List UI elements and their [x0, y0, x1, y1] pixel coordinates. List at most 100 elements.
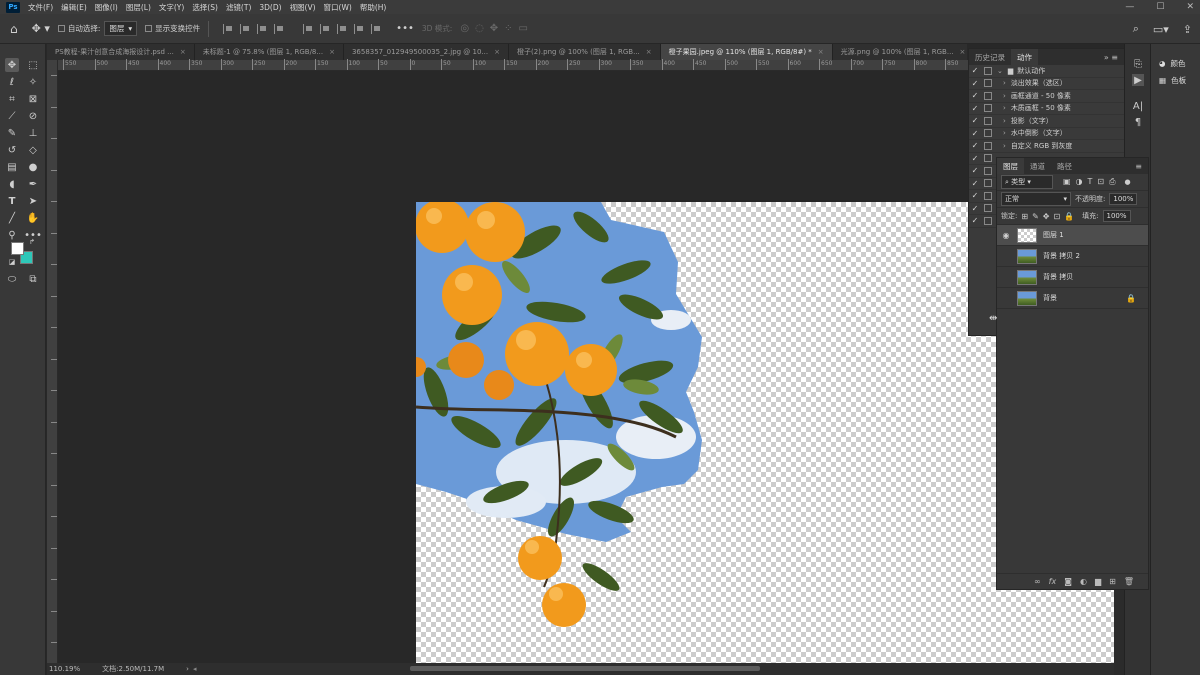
- horizontal-scrollbar[interactable]: [410, 666, 760, 671]
- actions-panel-icon[interactable]: ▶: [1132, 74, 1144, 86]
- close-tab-icon[interactable]: ×: [180, 48, 186, 56]
- align-top-icon[interactable]: [274, 23, 285, 34]
- swap-colors-icon[interactable]: ↱: [28, 238, 36, 246]
- tab-paths[interactable]: 路径: [1051, 158, 1078, 174]
- action-row[interactable]: ✓ › 画框通道 - 50 像素: [969, 90, 1124, 103]
- eraser-tool-icon[interactable]: ◇: [26, 143, 40, 157]
- check-icon[interactable]: ✓: [969, 166, 981, 175]
- tab-actions[interactable]: 动作: [1011, 49, 1038, 65]
- action-row[interactable]: ✓ › 木质画框 - 50 像素: [969, 103, 1124, 115]
- pen-tool-icon[interactable]: ✒: [26, 177, 40, 191]
- close-tab-icon[interactable]: ×: [818, 48, 824, 56]
- dialog-toggle[interactable]: [984, 204, 992, 213]
- adjustment-layer-icon[interactable]: ◐: [1080, 577, 1087, 586]
- filter-type-icons[interactable]: ▣◑T⊡⎙: [1063, 177, 1121, 187]
- history-panel-icon[interactable]: ⎘: [1132, 58, 1144, 70]
- menu-edit[interactable]: 编辑(E): [61, 2, 87, 13]
- menu-layer[interactable]: 图层(L): [126, 2, 151, 13]
- auto-select-dropdown[interactable]: 图层 ▾: [104, 21, 138, 36]
- close-window-button[interactable]: ✕: [1186, 2, 1194, 12]
- move-tool-preset-icon[interactable]: ✥ ▾: [32, 22, 50, 35]
- scroll-left-icon[interactable]: ◂: [193, 665, 197, 673]
- check-icon[interactable]: ✓: [969, 66, 981, 75]
- more-options-icon[interactable]: •••: [396, 23, 414, 34]
- menu-window[interactable]: 窗口(W): [324, 2, 352, 13]
- layer-row[interactable]: 背景 拷贝: [997, 267, 1148, 288]
- canvas-area[interactable]: [58, 71, 1114, 663]
- lasso-tool-icon[interactable]: ℓ: [5, 75, 19, 89]
- expand-chevron-icon[interactable]: ›: [1003, 142, 1006, 150]
- layer-filter-dropdown[interactable]: ⌕ 类型 ▾: [1001, 175, 1053, 189]
- marquee-tool-icon[interactable]: ⬚: [26, 58, 40, 72]
- expand-chevron-icon[interactable]: ›: [1003, 117, 1006, 125]
- history-brush-tool-icon[interactable]: ↺: [5, 143, 19, 157]
- action-set-row[interactable]: ✓ ⌄ ▆ 默认动作: [969, 65, 1124, 78]
- tab-doc-active[interactable]: 橙子果园.jpeg @ 110% (图层 1, RGB/8#) * ×: [660, 44, 833, 60]
- auto-select-checkbox[interactable]: 自动选择:: [57, 23, 100, 34]
- eyedropper-tool-icon[interactable]: ⟋: [5, 109, 19, 123]
- layer-row[interactable]: ◉ 图层 1: [997, 225, 1148, 246]
- dodge-tool-icon[interactable]: ◖: [5, 177, 19, 191]
- hand-tool-icon[interactable]: ✋: [26, 211, 40, 225]
- tab-doc-3[interactable]: 3658357_012949500035_2.jpg @ 10... ×: [343, 44, 509, 60]
- layer-name[interactable]: 图层 1: [1043, 230, 1064, 240]
- type-tool-icon[interactable]: T: [5, 194, 19, 208]
- zoom-tool-icon[interactable]: ⚲: [5, 228, 19, 242]
- layer-name[interactable]: 背景: [1043, 293, 1057, 303]
- healing-brush-tool-icon[interactable]: ⊘: [26, 109, 40, 123]
- panel-menu-icon[interactable]: » ≡: [1104, 53, 1118, 62]
- add-mask-icon[interactable]: ◙: [1064, 577, 1072, 586]
- fx-icon[interactable]: fx: [1049, 577, 1057, 586]
- dialog-toggle[interactable]: [984, 216, 992, 225]
- dialog-toggle[interactable]: [984, 179, 992, 188]
- path-selection-tool-icon[interactable]: ➤: [26, 194, 40, 208]
- check-icon[interactable]: ✓: [969, 104, 981, 113]
- menu-filter[interactable]: 滤镜(T): [226, 2, 251, 13]
- quick-mask-icon[interactable]: ⬭: [5, 272, 19, 286]
- expand-chevron-icon[interactable]: ›: [1003, 129, 1006, 137]
- tab-doc-1[interactable]: PS教程-果汁创意合成海报设计.psd ... ×: [47, 44, 195, 60]
- close-tab-icon[interactable]: ×: [329, 48, 335, 56]
- distribute-right-icon[interactable]: [371, 23, 382, 34]
- tab-history[interactable]: 历史记录: [969, 49, 1011, 65]
- expand-chevron-icon[interactable]: ›: [1003, 79, 1006, 87]
- move-tool-icon[interactable]: ✥: [5, 58, 19, 72]
- menu-help[interactable]: 帮助(H): [360, 2, 387, 13]
- align-right-icon[interactable]: [257, 23, 268, 34]
- new-layer-icon[interactable]: ⊞: [1109, 577, 1116, 586]
- dialog-toggle[interactable]: [984, 141, 992, 150]
- layer-row[interactable]: 背景 🔒: [997, 288, 1148, 309]
- tab-doc-6[interactable]: 光源.png @ 100% (图层 1, RGB... ×: [832, 44, 967, 60]
- swatches-panel-item[interactable]: ▦ 色板: [1159, 75, 1186, 86]
- dialog-toggle[interactable]: [984, 116, 992, 125]
- dialog-toggle[interactable]: [984, 154, 992, 163]
- close-tab-icon[interactable]: ×: [494, 48, 500, 56]
- share-icon[interactable]: ⇪: [1183, 23, 1192, 36]
- character-panel-icon[interactable]: A|: [1132, 100, 1144, 112]
- action-row[interactable]: ✓ › 淡出效果（选区）: [969, 78, 1124, 90]
- frame-tool-icon[interactable]: ⊠: [26, 92, 40, 106]
- filter-toggle-icon[interactable]: ●: [1125, 178, 1131, 186]
- menu-3d[interactable]: 3D(D): [259, 3, 281, 12]
- align-left-icon[interactable]: [223, 23, 234, 34]
- stamp-tool-icon[interactable]: ⊥: [26, 126, 40, 140]
- search-icon[interactable]: ⌕: [1133, 22, 1139, 36]
- default-colors-icon[interactable]: ◪: [8, 258, 16, 266]
- status-menu-arrow[interactable]: ›: [186, 665, 189, 673]
- fill-input[interactable]: 100%: [1102, 210, 1131, 222]
- crop-tool-icon[interactable]: ⌗: [5, 92, 19, 106]
- foreground-color-swatch[interactable]: [11, 242, 24, 255]
- check-icon[interactable]: ✓: [969, 179, 981, 188]
- blend-mode-dropdown[interactable]: 正常 ▾: [1001, 192, 1071, 206]
- dialog-toggle[interactable]: [984, 91, 992, 100]
- gradient-tool-icon[interactable]: ▤: [5, 160, 19, 174]
- action-row[interactable]: ✓ › 自定义 RGB 到灰度: [969, 140, 1124, 153]
- lock-icons[interactable]: ⊞✎✥⊡🔒: [1021, 212, 1078, 221]
- menu-view[interactable]: 视图(V): [290, 2, 316, 13]
- align-vcenter-icon[interactable]: [303, 23, 314, 34]
- visibility-eye-icon[interactable]: ◉: [997, 231, 1015, 240]
- check-icon[interactable]: ✓: [969, 116, 981, 125]
- tab-doc-2[interactable]: 未标题-1 @ 75.8% (图层 1, RGB/8... ×: [194, 44, 344, 60]
- menu-select[interactable]: 选择(S): [192, 2, 218, 13]
- blur-tool-icon[interactable]: ●: [26, 160, 40, 174]
